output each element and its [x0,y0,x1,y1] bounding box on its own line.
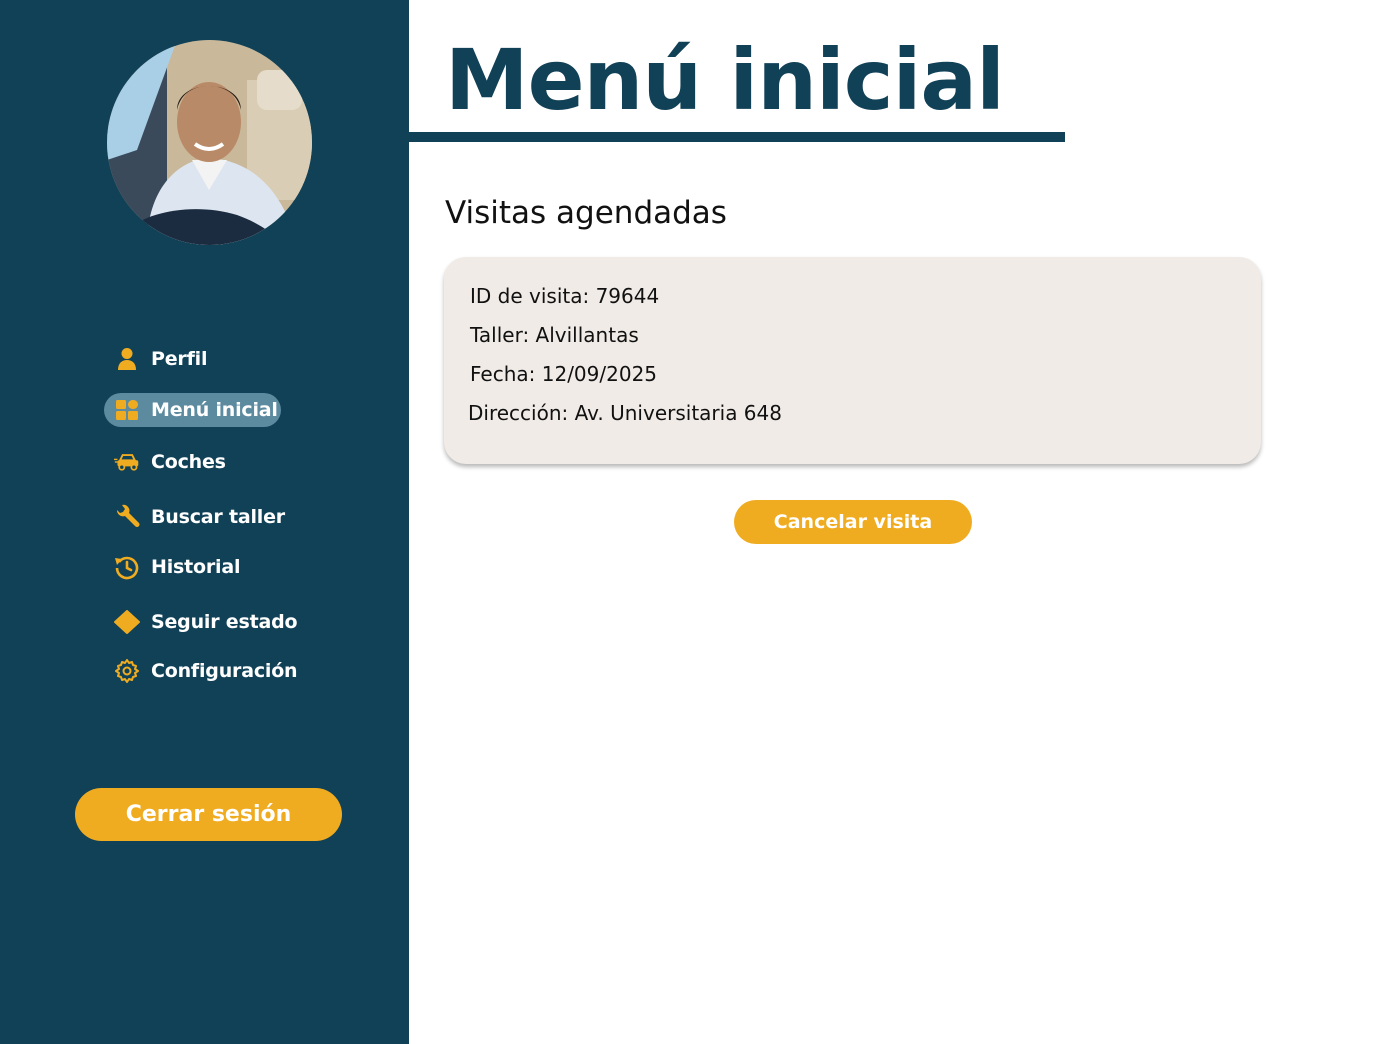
sidebar-item-menu-inicial[interactable]: Menú inicial [104,393,281,427]
visit-workshop: Taller: Alvillantas [470,323,639,347]
avatar-photo [107,40,312,245]
diamond-icon [114,610,140,634]
visit-id: ID de visita: 79644 [470,284,660,308]
car-icon [114,450,140,474]
sidebar-item-label: Configuración [151,660,298,682]
gear-icon [114,659,140,683]
sidebar-item-configuracion[interactable]: Configuración [104,654,298,688]
sidebar: Perfil Menú inicial Coches Buscar taller… [0,0,409,1044]
user-icon [114,347,140,371]
page-title: Menú inicial [445,31,1005,129]
sidebar-item-label: Seguir estado [151,611,298,633]
avatar[interactable] [107,40,312,245]
sidebar-item-historial[interactable]: Historial [104,550,274,584]
sidebar-item-buscar-taller[interactable]: Buscar taller [104,500,294,534]
sidebar-item-label: Coches [151,451,226,473]
sidebar-item-seguir-estado[interactable]: Seguir estado [104,605,298,639]
wrench-icon [114,504,140,529]
sidebar-item-label: Perfil [151,348,208,370]
cancel-visit-button[interactable]: Cancelar visita [734,500,972,544]
logout-button[interactable]: Cerrar sesión [75,788,342,841]
sidebar-item-perfil[interactable]: Perfil [104,342,274,376]
visit-address: Dirección: Av. Universitaria 648 [468,401,782,425]
title-underline [409,132,1065,142]
visit-date: Fecha: 12/09/2025 [470,362,658,386]
section-heading: Visitas agendadas [445,195,727,231]
history-icon [114,555,140,580]
sidebar-item-label: Menú inicial [151,399,278,421]
sidebar-item-label: Historial [151,556,241,578]
sidebar-item-coches[interactable]: Coches [104,445,274,479]
visit-card: ID de visita: 79644 Taller: Alvillantas … [444,257,1261,464]
sidebar-item-label: Buscar taller [151,506,285,528]
dashboard-icon [114,398,140,422]
